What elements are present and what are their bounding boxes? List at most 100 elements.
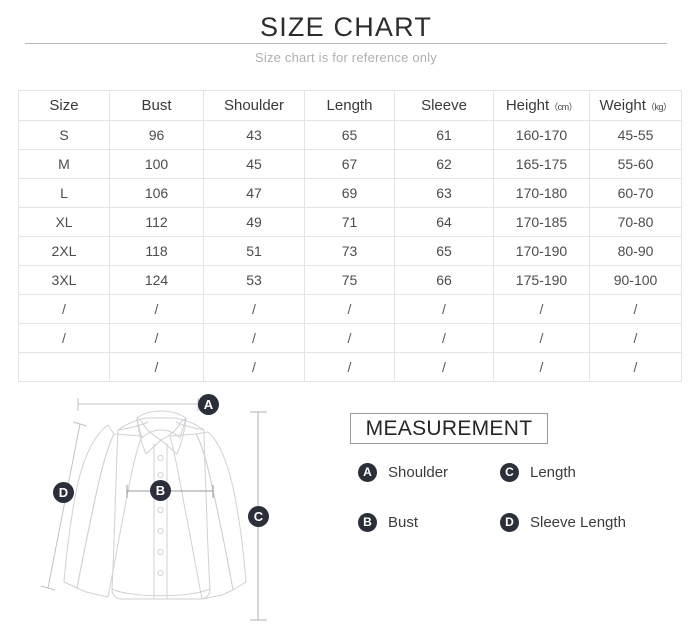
table-cell: 124 (109, 265, 204, 295)
table-cell: 112 (109, 207, 204, 237)
table-cell: 65 (394, 236, 494, 266)
table-cell: 49 (203, 207, 305, 237)
table-cell: 170-180 (493, 178, 590, 208)
column-header-shoulder: Shoulder (203, 90, 305, 121)
column-header-label: Shoulder (223, 97, 285, 114)
left-sleeve-inner-outline (76, 433, 143, 598)
shirt-button (157, 527, 164, 535)
table-cell: / (203, 323, 305, 353)
table-cell: / (394, 352, 494, 382)
title-divider (25, 43, 667, 44)
table-cell: 170-190 (493, 236, 590, 266)
right-sleeve-outline (195, 431, 247, 591)
table-cell: 2XL (18, 236, 110, 266)
shirt-button (157, 471, 164, 479)
page-title: SIZE CHART (243, 11, 449, 43)
table-cell: / (18, 323, 110, 353)
legend-item-length: C Length (500, 463, 576, 482)
measurement-panel: MEASUREMENT A Shoulder B Bust C Length D… (350, 405, 680, 585)
column-header-label: Size (49, 97, 79, 114)
shirt-button (157, 569, 164, 577)
legend-badge-c: C (500, 463, 519, 482)
table-cell: 90-100 (589, 265, 682, 295)
diagram-badge-c: C (248, 506, 269, 527)
page-subtitle: Size chart is for reference only (255, 50, 437, 65)
table-cell: XL (18, 207, 110, 237)
table-cell: / (493, 352, 590, 382)
diagram-badge-a: A (198, 394, 219, 415)
dimension-line-a (77, 398, 199, 411)
table-header-row: Size Bust Shoulder Length Sleeve Height（… (18, 90, 682, 121)
column-header-length: Length (304, 90, 395, 121)
table-cell: / (304, 294, 395, 324)
lower-section: A B C D MEASUREMENT A Shoulder B Bust C … (0, 392, 692, 630)
column-header-label: Weight (599, 97, 646, 114)
table-cell: / (304, 352, 395, 382)
table-cell: 64 (394, 207, 494, 237)
table-cell: / (109, 352, 204, 382)
table-row: / / / / / / / (18, 323, 682, 353)
table-cell: / (394, 323, 494, 353)
right-sleeve-inner-outline (169, 433, 234, 600)
table-cell (18, 352, 110, 382)
shirt-body-outline (111, 417, 211, 600)
table-cell: / (203, 352, 305, 382)
shirt-button (157, 548, 164, 556)
table-cell: 55-60 (589, 149, 682, 179)
table-cell: / (589, 352, 682, 382)
page-title-wrap: SIZE CHART (0, 11, 692, 43)
table-cell: 62 (394, 149, 494, 179)
table-cell: 43 (203, 120, 305, 150)
table-cell: 71 (304, 207, 395, 237)
table-cell: 47 (203, 178, 305, 208)
legend-item-shoulder: A Shoulder (358, 463, 448, 482)
legend-item-sleeve-length: D Sleeve Length (500, 513, 626, 532)
legend-label-sleeve-length: Sleeve Length (530, 514, 626, 531)
dimension-line-d (40, 421, 88, 591)
measurement-title-box: MEASUREMENT (350, 413, 548, 444)
table-cell: 45-55 (589, 120, 682, 150)
table-row: / / / / / / / (18, 294, 682, 324)
shirt-button (157, 454, 164, 462)
table-cell: 96 (109, 120, 204, 150)
column-header-unit: （kg） (645, 102, 672, 112)
table-cell: 175-190 (493, 265, 590, 295)
table-cell: 118 (109, 236, 204, 266)
table-body: S 96 43 65 61 160-170 45-55 M 100 45 67 62 165-175 55… (18, 120, 682, 382)
table-cell: 53 (203, 265, 305, 295)
table-cell: S (18, 120, 110, 150)
legend-item-bust: B Bust (358, 513, 418, 532)
table-row: XL 112 49 71 64 170-185 70-80 (18, 207, 682, 237)
measurement-title: MEASUREMENT (365, 417, 533, 440)
column-header-sleeve: Sleeve (394, 90, 494, 121)
table-cell: / (589, 294, 682, 324)
table-cell: 69 (304, 178, 395, 208)
table-cell: 3XL (18, 265, 110, 295)
legend-badge-b: B (358, 513, 377, 532)
diagram-badge-d: D (53, 482, 74, 503)
table-cell: 80-90 (589, 236, 682, 266)
table-cell: / (109, 323, 204, 353)
table-header: Size Bust Shoulder Length Sleeve Height（… (18, 90, 682, 121)
table-cell: 65 (304, 120, 395, 150)
size-chart-table: Size Bust Shoulder Length Sleeve Height（… (18, 90, 682, 382)
legend-label-shoulder: Shoulder (388, 464, 449, 481)
table-cell: 60-70 (589, 178, 682, 208)
table-cell: 63 (394, 178, 494, 208)
table-cell: 75 (304, 265, 395, 295)
legend-badge-a: A (358, 463, 377, 482)
left-shoulder-seam (117, 421, 149, 431)
table-cell: L (18, 178, 110, 208)
diagram-badge-b: B (150, 480, 171, 501)
table-cell: / (109, 294, 204, 324)
column-header-size: Size (18, 90, 110, 121)
table-row: M 100 45 67 62 165-175 55-60 (18, 149, 682, 179)
column-header-label: Length (326, 97, 373, 114)
table-cell: M (18, 149, 110, 179)
garment-diagram: A B C D (30, 392, 330, 630)
collar-band (136, 410, 187, 439)
table-cell: 170-185 (493, 207, 590, 237)
column-header-height: Height（cm） (493, 90, 590, 121)
table-cell: 66 (394, 265, 494, 295)
table-row: S 96 43 65 61 160-170 45-55 (18, 120, 682, 150)
